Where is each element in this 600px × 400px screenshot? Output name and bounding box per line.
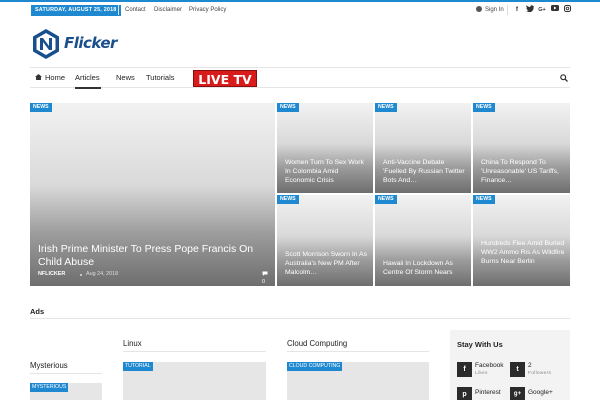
- logo-mark-icon: [33, 29, 59, 59]
- ads-divider: [30, 318, 570, 319]
- twitter-bird-shape: [526, 5, 534, 13]
- instagram-shape: [563, 5, 571, 12]
- social-name[interactable]: Facebook: [475, 362, 504, 370]
- featured-tile-title[interactable]: China To Respond To 'Unreasonable' US Ta…: [481, 158, 563, 185]
- facebook-icon[interactable]: f: [512, 5, 522, 15]
- nav-item-news[interactable]: News: [116, 73, 135, 83]
- featured-tile-title[interactable]: Women Turn To Sex Work In Colombia Amid …: [285, 158, 365, 185]
- featured-tile[interactable]: NEWS Anti-Vaccine Debate 'Fuelled By Rus…: [375, 103, 471, 193]
- section-title-linux[interactable]: Linux: [123, 339, 142, 348]
- social-count[interactable]: 2: [528, 362, 532, 370]
- facebook-icon[interactable]: f: [457, 362, 472, 377]
- featured-tile[interactable]: NEWS China To Respond To 'Unreasonable' …: [473, 103, 570, 193]
- sign-in-label: Sign In: [485, 7, 504, 13]
- category-badge[interactable]: CLOUD COMPUTING: [287, 362, 342, 371]
- nav-item-articles[interactable]: Articles: [75, 73, 100, 83]
- active-nav-underline: [75, 87, 101, 89]
- logo-text: Flicker: [64, 34, 117, 52]
- search-icon[interactable]: [560, 73, 568, 83]
- privacy-policy-link[interactable]: Privacy Policy: [189, 6, 226, 14]
- section-title-cloud-computing[interactable]: Cloud Computing: [287, 339, 347, 348]
- live-tv-button[interactable]: LIVE TV: [193, 70, 257, 87]
- category-badge[interactable]: NEWS: [277, 103, 299, 112]
- nav-item-home[interactable]: Home: [35, 73, 65, 83]
- comment-icon: [262, 271, 268, 276]
- featured-main-post[interactable]: NEWS Irish Prime Minister To Press Pope …: [30, 103, 275, 286]
- section-divider: [123, 351, 266, 352]
- social-count-label: Likes: [475, 371, 488, 376]
- section-divider: [30, 373, 102, 374]
- section-title-mysterious[interactable]: Mysterious: [30, 361, 68, 370]
- ads-label: Ads: [30, 307, 45, 316]
- category-badge[interactable]: MYSTERIOUS: [30, 383, 68, 392]
- section-thumbnail[interactable]: TUTORIAL: [123, 362, 266, 400]
- featured-tile-title[interactable]: Hawaii In Lockdown As Centre Of Storm Ne…: [383, 259, 465, 277]
- featured-tile[interactable]: NEWS Women Turn To Sex Work In Colombia …: [277, 103, 373, 193]
- featured-tile[interactable]: NEWS Hundreds Flee Amid Buried WW2 Ammo …: [473, 195, 570, 286]
- main-nav: Home Articles News Tutorials LIVE TV: [30, 67, 570, 89]
- category-badge[interactable]: NEWS: [473, 103, 495, 112]
- social-count-label: Followers: [528, 371, 552, 376]
- google-plus-icon[interactable]: G+: [537, 5, 547, 15]
- sign-in-link[interactable]: Sign In: [476, 6, 504, 14]
- post-date: Aug 24, 2018: [86, 271, 119, 277]
- section-thumbnail[interactable]: CLOUD COMPUTING: [287, 362, 429, 400]
- category-badge[interactable]: NEWS: [375, 103, 397, 112]
- contact-link[interactable]: Contact: [125, 6, 146, 14]
- youtube-shape: [551, 5, 559, 11]
- stay-with-us-widget: Stay With Us f Facebook Likes t 2 Follow…: [450, 330, 570, 400]
- section-divider: [287, 351, 429, 352]
- instagram-icon[interactable]: [562, 5, 572, 15]
- user-icon: [476, 6, 482, 12]
- meta-separator: [80, 274, 82, 276]
- featured-tile[interactable]: NEWS Hawaii In Lockdown As Centre Of Sto…: [375, 195, 471, 286]
- category-badge[interactable]: TUTORIAL: [123, 362, 153, 371]
- featured-tile-title[interactable]: Anti-Vaccine Debate 'Fuelled By Russian …: [383, 158, 465, 185]
- top-divider-2: [507, 5, 508, 15]
- featured-main-meta: NFLICKER Aug 24, 2018 0: [38, 271, 268, 285]
- comment-count[interactable]: 0: [262, 271, 268, 286]
- social-name[interactable]: Pinterest: [475, 389, 501, 397]
- comment-count-value: 0: [262, 278, 265, 285]
- top-divider: [118, 5, 119, 15]
- category-badge[interactable]: NEWS: [30, 103, 52, 112]
- google-plus-icon[interactable]: g+: [510, 387, 525, 400]
- featured-tile-title[interactable]: Hundreds Flee Amid Buried WW2 Ammo Ris A…: [481, 239, 565, 266]
- nav-home-label: Home: [45, 73, 66, 82]
- pinterest-icon[interactable]: p: [457, 387, 472, 400]
- twitter-icon[interactable]: t: [510, 362, 525, 377]
- featured-tile[interactable]: NEWS Scott Morrison Sworn In As Australi…: [277, 195, 373, 286]
- date-badge: SATURDAY, AUGUST 25, 2018: [31, 5, 121, 16]
- featured-tile-title[interactable]: Scott Morrison Sworn In As Australia's N…: [285, 250, 369, 277]
- nav-item-tutorials[interactable]: Tutorials: [146, 73, 174, 83]
- post-author[interactable]: NFLICKER: [38, 271, 65, 277]
- disclaimer-link[interactable]: Disclaimer: [154, 6, 182, 14]
- twitter-icon[interactable]: [525, 5, 535, 15]
- category-badge[interactable]: NEWS: [277, 195, 299, 204]
- social-name[interactable]: Google+: [528, 389, 553, 397]
- category-badge[interactable]: NEWS: [473, 195, 495, 204]
- home-icon: [35, 74, 42, 80]
- top-bar: SATURDAY, AUGUST 25, 2018 Contact Discla…: [0, 0, 600, 16]
- section-thumbnail[interactable]: MYSTERIOUS: [30, 383, 102, 400]
- youtube-icon[interactable]: [550, 5, 560, 15]
- site-logo[interactable]: Flicker: [30, 28, 140, 60]
- featured-main-title[interactable]: Irish Prime Minister To Press Pope Franc…: [38, 243, 268, 269]
- widget-title: Stay With Us: [457, 340, 503, 349]
- category-badge[interactable]: NEWS: [375, 195, 397, 204]
